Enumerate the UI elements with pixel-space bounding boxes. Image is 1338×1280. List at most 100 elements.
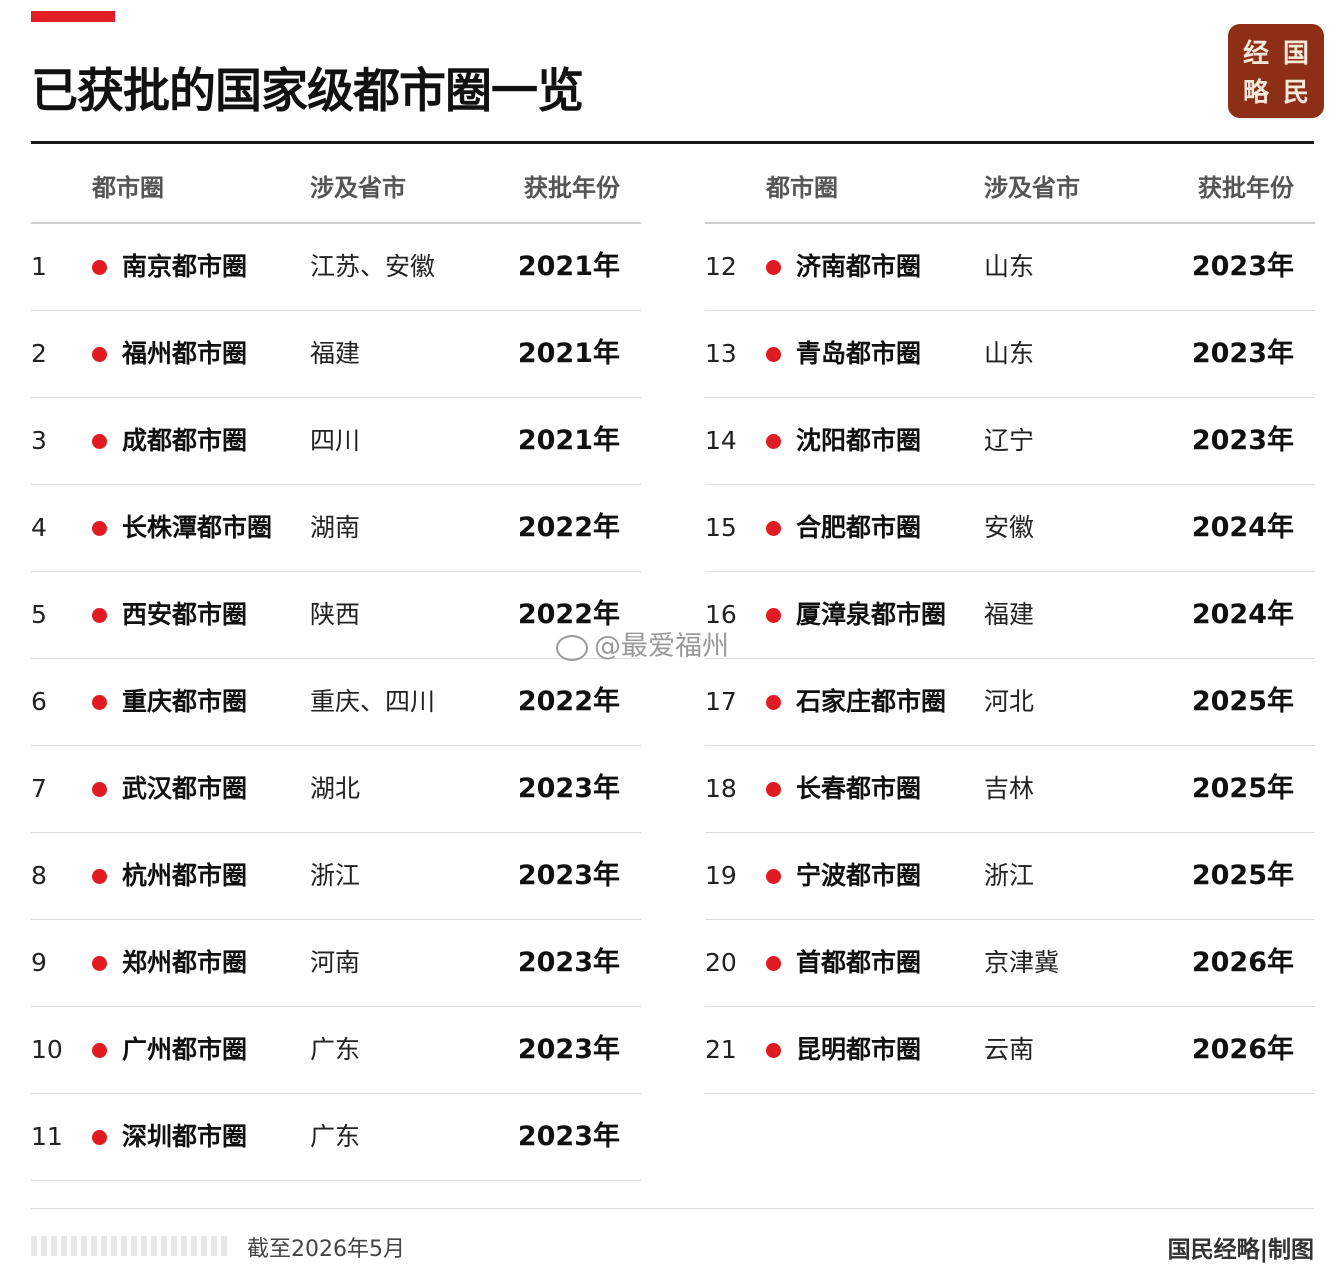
approval-year-cell: 2022年	[517, 512, 620, 543]
logo-char: 经	[1242, 39, 1269, 69]
approval-year-cell: 2026年	[1191, 1034, 1294, 1065]
row-index: 5	[31, 600, 47, 629]
row-index: 20	[705, 948, 737, 977]
table-row: 7 武汉都市圈 湖北 2023年	[31, 746, 641, 833]
table-row: 9 郑州都市圈 河南 2023年	[31, 920, 641, 1007]
metro-area-name: 深圳都市圈	[122, 1122, 248, 1151]
weibo-icon	[556, 634, 588, 661]
row-index: 17	[705, 687, 737, 716]
approval-year-cell: 2023年	[1191, 251, 1294, 282]
metro-area-name: 昆明都市圈	[796, 1035, 922, 1064]
approval-year-cell: 2024年	[1191, 599, 1294, 630]
metro-area-name: 合肥都市圈	[796, 513, 922, 542]
logo-char: 国	[1282, 39, 1309, 69]
approval-year-cell: 2026年	[1191, 947, 1294, 978]
provinces-cell: 福建	[310, 339, 361, 368]
approval-year-cell: 2021年	[517, 251, 620, 282]
row-index: 8	[31, 861, 47, 890]
footer-credit: 国民经略|制图	[1167, 1237, 1314, 1263]
table-header: 都市圈 涉及省市 获批年份	[705, 144, 1315, 224]
metro-area-name: 郑州都市圈	[122, 948, 248, 977]
approval-year-cell: 2021年	[517, 338, 620, 369]
column-header-year: 获批年份	[1198, 174, 1294, 202]
logo-char: 民	[1282, 78, 1309, 108]
metro-area-name: 武汉都市圈	[122, 774, 248, 803]
table-right: 都市圈 涉及省市 获批年份 12 济南都市圈 山东 2023年 13 青岛都市圈 山东 202…	[705, 144, 1315, 1094]
bullet-dot-icon	[92, 260, 107, 275]
watermark-text: @最爱福州	[594, 631, 729, 662]
metro-area-name: 长春都市圈	[796, 774, 922, 803]
metro-area-name: 长株潭都市圈	[122, 513, 273, 542]
footer-divider	[31, 1208, 1314, 1209]
bullet-dot-icon	[92, 608, 107, 623]
approval-year-cell: 2024年	[1191, 512, 1294, 543]
table-body: 1 南京都市圈 江苏、安徽 2021年 2 福州都市圈 福建 2021年 3 成都都市圈 四川 202…	[31, 224, 641, 1181]
provinces-cell: 山东	[984, 252, 1035, 281]
column-header-provinces: 涉及省市	[984, 174, 1080, 202]
bullet-dot-icon	[766, 521, 781, 536]
bullet-dot-icon	[766, 869, 781, 884]
footer-date-note: 截至2026年5月	[247, 1237, 405, 1262]
provinces-cell: 湖南	[310, 513, 361, 542]
approval-year-cell: 2023年	[517, 947, 620, 978]
table-row: 10 广州都市圈 广东 2023年	[31, 1007, 641, 1094]
bullet-dot-icon	[766, 434, 781, 449]
table-row: 11 深圳都市圈 广东 2023年	[31, 1094, 641, 1181]
metro-area-name: 青岛都市圈	[796, 339, 922, 368]
approval-year-cell: 2025年	[1191, 686, 1294, 717]
row-index: 4	[31, 513, 47, 542]
provinces-cell: 吉林	[984, 774, 1035, 803]
row-index: 21	[705, 1035, 737, 1064]
metro-area-name: 首都都市圈	[796, 948, 922, 977]
metro-area-name: 厦漳泉都市圈	[796, 600, 947, 629]
logo-char: 略	[1242, 78, 1269, 108]
row-index: 19	[705, 861, 737, 890]
bullet-dot-icon	[92, 1043, 107, 1058]
metro-area-name: 广州都市圈	[122, 1035, 248, 1064]
metro-area-name: 杭州都市圈	[122, 861, 248, 890]
approval-year-cell: 2025年	[1191, 773, 1294, 804]
row-index: 10	[31, 1035, 63, 1064]
table-row: 16 厦漳泉都市圈 福建 2024年	[705, 572, 1315, 659]
table-row: 5 西安都市圈 陕西 2022年	[31, 572, 641, 659]
table-row: 13 青岛都市圈 山东 2023年	[705, 311, 1315, 398]
metro-area-name: 福州都市圈	[122, 339, 248, 368]
bullet-dot-icon	[766, 608, 781, 623]
approval-year-cell: 2023年	[517, 1121, 620, 1152]
metro-area-name: 沈阳都市圈	[796, 426, 922, 455]
provinces-cell: 安徽	[984, 513, 1035, 542]
metro-area-name: 宁波都市圈	[796, 861, 922, 890]
column-header-provinces: 涉及省市	[310, 174, 406, 202]
provinces-cell: 广东	[310, 1122, 361, 1151]
table-row: 6 重庆都市圈 重庆、四川 2022年	[31, 659, 641, 746]
provinces-cell: 浙江	[310, 861, 361, 890]
bullet-dot-icon	[92, 782, 107, 797]
metro-area-name: 石家庄都市圈	[796, 687, 947, 716]
row-index: 2	[31, 339, 47, 368]
page-title: 已获批的国家级都市圈一览	[31, 64, 584, 119]
provinces-cell: 湖北	[310, 774, 361, 803]
bullet-dot-icon	[92, 347, 107, 362]
table-row: 1 南京都市圈 江苏、安徽 2021年	[31, 224, 641, 311]
table-row: 3 成都都市圈 四川 2021年	[31, 398, 641, 485]
bullet-dot-icon	[766, 782, 781, 797]
bullet-dot-icon	[766, 1043, 781, 1058]
provinces-cell: 福建	[984, 600, 1035, 629]
provinces-cell: 广东	[310, 1035, 361, 1064]
table-row: 2 福州都市圈 福建 2021年	[31, 311, 641, 398]
provinces-cell: 四川	[310, 426, 361, 455]
metro-area-name: 南京都市圈	[122, 252, 248, 281]
row-index: 18	[705, 774, 737, 803]
metro-area-name: 重庆都市圈	[122, 687, 248, 716]
approval-year-cell: 2023年	[517, 773, 620, 804]
table-row: 4 长株潭都市圈 湖南 2022年	[31, 485, 641, 572]
bullet-dot-icon	[92, 695, 107, 710]
approval-year-cell: 2023年	[517, 1034, 620, 1065]
table-left: 都市圈 涉及省市 获批年份 1 南京都市圈 江苏、安徽 2021年 2 福州都市圈 福建 20…	[31, 144, 641, 1181]
provinces-cell: 浙江	[984, 861, 1035, 890]
approval-year-cell: 2023年	[517, 860, 620, 891]
bullet-dot-icon	[92, 434, 107, 449]
provinces-cell: 山东	[984, 339, 1035, 368]
provinces-cell: 京津冀	[984, 948, 1060, 977]
bullet-dot-icon	[92, 521, 107, 536]
